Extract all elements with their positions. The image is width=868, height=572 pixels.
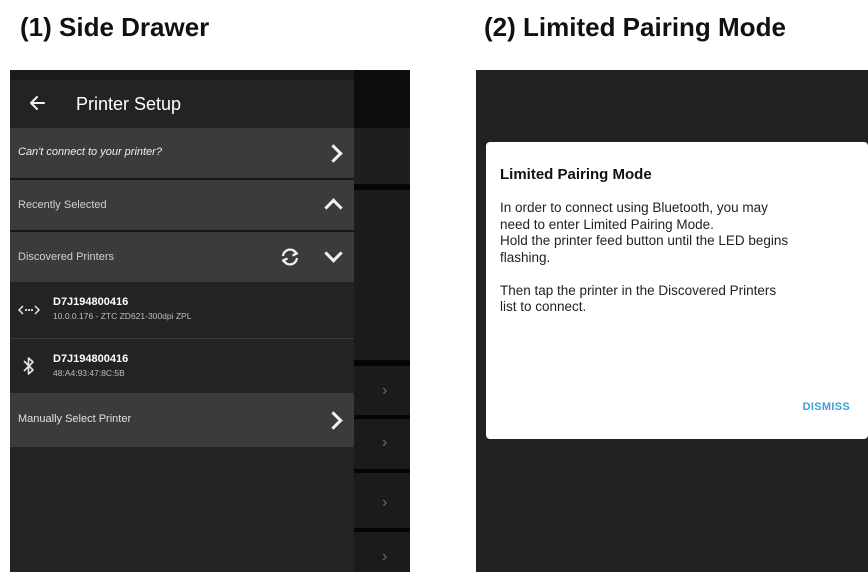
- caption-limited-pairing: (2) Limited Pairing Mode: [484, 12, 786, 42]
- printer-detail: 48:A4:93:47:8C:5B: [53, 368, 125, 378]
- dialog-message-line: list to connect.: [500, 299, 587, 314]
- dialog-message-line: Hold the printer feed button until the L…: [500, 233, 789, 248]
- chevron-right-icon: [324, 144, 343, 163]
- background-app-divider: [354, 469, 410, 473]
- printer-detail: 10.0.0.176 - ZTC ZD621-300dpi ZPL: [53, 311, 192, 321]
- discovered-printers-row[interactable]: Discovered Printers: [10, 232, 354, 282]
- cant-connect-row[interactable]: Can't connect to your printer?: [10, 128, 354, 178]
- background-app-divider: [354, 528, 410, 532]
- printer-name: D7J194800416: [53, 296, 129, 308]
- drawer-header: Printer Setup: [10, 80, 354, 128]
- discovered-printers-label: Discovered Printers: [18, 251, 114, 263]
- background-chevron-icon: ›: [382, 434, 388, 451]
- side-drawer: Printer Setup Can't connect to your prin…: [10, 80, 354, 572]
- network-icon: [16, 300, 42, 320]
- dialog-message-line: need to enter Limited Pairing Mode.: [500, 216, 714, 232]
- background-chevron-icon: ›: [382, 382, 388, 399]
- caption-side-drawer: (1) Side Drawer: [20, 12, 210, 42]
- background-app-row: [354, 128, 410, 184]
- background-app-divider: [354, 184, 410, 190]
- dialog-message-line: In order to connect using Bluetooth, you…: [500, 200, 768, 215]
- drawer-title: Printer Setup: [76, 94, 182, 114]
- dialog-message-line: flashing.: [500, 249, 551, 265]
- cant-connect-label: Can't connect to your printer?: [18, 146, 162, 158]
- chevron-up-icon[interactable]: [324, 198, 343, 217]
- phone-screen-limited-pairing: Limited Pairing Mode In order to connect…: [476, 70, 868, 572]
- dismiss-button[interactable]: DISMISS: [803, 401, 850, 413]
- bluetooth-icon: [21, 355, 37, 377]
- dialog-title: Limited Pairing Mode: [500, 166, 652, 183]
- dialog-paragraph-gap: [500, 266, 860, 283]
- printer-list-item[interactable]: D7J194800416 48:A4:93:47:8C:5B: [10, 339, 354, 393]
- phone-screen-side-drawer: › › › › Printer Setup Can't connect to y…: [10, 70, 410, 572]
- dialog-message-line: Then tap the printer in the Discovered P…: [500, 282, 777, 298]
- chevron-right-icon: [324, 411, 343, 430]
- dialog-message: In order to connect using Bluetooth, you…: [500, 200, 860, 316]
- background-app-divider: [354, 360, 410, 366]
- back-arrow-icon[interactable]: [26, 92, 48, 114]
- background-app-bar: [354, 70, 410, 128]
- manually-select-label: Manually Select Printer: [18, 413, 132, 425]
- recently-selected-row[interactable]: Recently Selected: [10, 180, 354, 230]
- recently-selected-label: Recently Selected: [18, 199, 107, 211]
- printer-name: D7J194800416: [53, 353, 129, 365]
- background-app-divider: [354, 415, 410, 419]
- manually-select-printer-row[interactable]: Manually Select Printer: [10, 393, 354, 447]
- background-chevron-icon: ›: [382, 494, 388, 511]
- limited-pairing-dialog: Limited Pairing Mode In order to connect…: [486, 142, 868, 439]
- printer-list-item[interactable]: D7J194800416 10.0.0.176 - ZTC ZD621-300d…: [10, 282, 354, 338]
- refresh-icon[interactable]: [278, 245, 302, 269]
- background-chevron-icon: ›: [382, 548, 388, 565]
- chevron-down-icon[interactable]: [324, 244, 343, 263]
